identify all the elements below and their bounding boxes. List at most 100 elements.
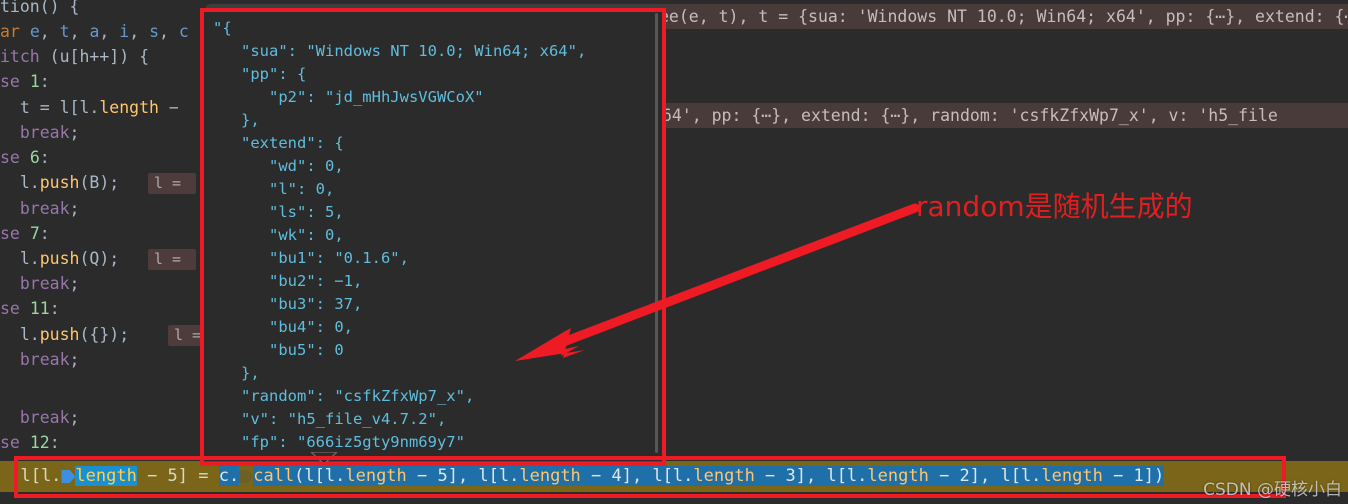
code-token: i xyxy=(119,22,130,41)
inline-debug-hint[interactable]: l = xyxy=(148,246,197,271)
exec-line-token: − 3], l[l. xyxy=(754,466,868,486)
code-token: break xyxy=(19,199,70,218)
code-token: a xyxy=(89,22,100,41)
current-execution-line[interactable]: l[l. length − 5] = c. call(l[l.length − 5]… xyxy=(0,461,1348,492)
code-token: t xyxy=(59,22,70,41)
exec-line-token: − 5], l[l. xyxy=(406,466,520,486)
exec-line-token: length xyxy=(75,466,137,486)
code-token: se xyxy=(0,72,30,91)
code-token: − xyxy=(158,98,179,117)
code-token: (Q); xyxy=(79,249,120,268)
code-line: se 1: xyxy=(0,69,50,94)
code-line: se 12: xyxy=(0,430,60,455)
exec-line-token: length xyxy=(519,466,581,486)
exec-line-token: − 5] = xyxy=(136,466,219,486)
inlay-marker-arrow-icon[interactable] xyxy=(61,470,76,483)
code-token: se xyxy=(0,299,30,318)
code-line: l.push(Q); xyxy=(0,246,119,271)
code-token: , xyxy=(159,22,179,41)
exec-line-token: (l[l. xyxy=(294,466,346,486)
code-token: : xyxy=(49,433,60,452)
inline-debug-hint-text: l = xyxy=(148,249,197,270)
exec-line-token: length xyxy=(693,466,755,486)
code-line: l.push({}); xyxy=(0,322,129,347)
code-token: ; xyxy=(69,408,80,427)
code-token: l. xyxy=(0,249,40,268)
exec-line-token: − 4], l[l. xyxy=(580,466,694,486)
code-line: se 7: xyxy=(0,221,50,246)
code-token: 1 xyxy=(29,72,40,91)
debugger-value-strip[interactable]: x64', pp: {⋯}, extend: {⋯}, random: 'csf… xyxy=(648,103,1348,128)
code-token: push xyxy=(39,173,80,192)
code-token: , xyxy=(129,22,150,41)
value-inspector-popup[interactable]: "{ "sua": "Windows NT 10.0; Win64; x64",… xyxy=(202,10,665,462)
code-token: ; xyxy=(69,123,80,142)
exec-line-token: c. xyxy=(218,466,240,486)
code-line: se 6: xyxy=(0,145,50,170)
code-token: 12 xyxy=(29,433,50,452)
exec-line-token: call xyxy=(253,466,295,486)
code-token: (u[h++]) { xyxy=(49,47,150,66)
debugger-value-strip[interactable]: ee(e, t), t = {sua: 'Windows NT 10.0; Wi… xyxy=(655,4,1348,29)
code-token: 6 xyxy=(29,148,40,167)
csdn-watermark: CSDN @硬核小白 xyxy=(1203,480,1342,500)
code-line: break; xyxy=(0,271,80,296)
code-token: l. xyxy=(0,173,40,192)
code-line: break; xyxy=(0,405,80,430)
exec-line-token: − 1]) xyxy=(1102,466,1165,486)
value-inspector-pointer-chevron-icon xyxy=(311,452,337,465)
code-token: 11 xyxy=(29,299,50,318)
annotation-note-text: random是随机生成的 xyxy=(916,190,1193,223)
code-token: push xyxy=(39,325,80,344)
code-token: ; xyxy=(69,199,80,218)
inlay-marker-arrow-icon[interactable] xyxy=(239,470,254,483)
code-line: t = l[l.length − xyxy=(0,95,179,120)
current-execution-line-text: l[l. length − 5] = c. call(l[l.length − 5]… xyxy=(0,461,1165,492)
exec-line-token: length xyxy=(345,466,407,486)
code-token: t = l[l. xyxy=(0,98,100,117)
code-token: ar xyxy=(0,22,30,41)
code-token: ({}); xyxy=(79,325,130,344)
inline-debug-hint[interactable]: l = xyxy=(148,170,197,195)
code-token: ; xyxy=(69,350,80,369)
inline-debug-hint-text: l = xyxy=(148,173,197,194)
code-token: se xyxy=(0,224,30,243)
code-token: se xyxy=(0,148,30,167)
value-inspector-json-text: "{ "sua": "Windows NT 10.0; Win64; x64",… xyxy=(213,19,587,457)
code-token: length xyxy=(99,98,159,117)
code-token: se xyxy=(0,433,30,452)
code-line: break; xyxy=(0,196,80,221)
value-inspector-scrollbar[interactable] xyxy=(655,13,658,453)
code-token: e xyxy=(29,22,40,41)
code-line: l.push(B); xyxy=(0,170,119,195)
code-token: : xyxy=(39,148,50,167)
code-line: itch (u[h++]) { xyxy=(0,44,149,69)
code-token: push xyxy=(39,249,80,268)
code-line: ar e, t, a, i, s, c xyxy=(0,19,189,44)
screenshot-root: tion() {ar e, t, a, i, s, c itch (u[h++])… xyxy=(0,0,1348,504)
code-line: break; xyxy=(0,120,80,145)
code-token: tion() { xyxy=(0,0,80,16)
code-token: ; xyxy=(69,274,80,293)
code-token: break xyxy=(19,350,70,369)
exec-line-token: length xyxy=(1041,466,1103,486)
exec-line-token: l[l. xyxy=(0,466,62,486)
code-token: , xyxy=(69,22,90,41)
code-token: : xyxy=(39,72,50,91)
code-token: c xyxy=(178,22,189,41)
code-token: break xyxy=(19,123,70,142)
exec-line-token: − 2], l[l. xyxy=(928,466,1042,486)
code-token: (B); xyxy=(79,173,120,192)
exec-line-token: length xyxy=(867,466,929,486)
code-token: 7 xyxy=(29,224,40,243)
code-token: break xyxy=(19,274,70,293)
code-token: itch xyxy=(0,47,50,66)
code-token: , xyxy=(99,22,120,41)
code-token: break xyxy=(19,408,70,427)
code-token: : xyxy=(39,224,50,243)
